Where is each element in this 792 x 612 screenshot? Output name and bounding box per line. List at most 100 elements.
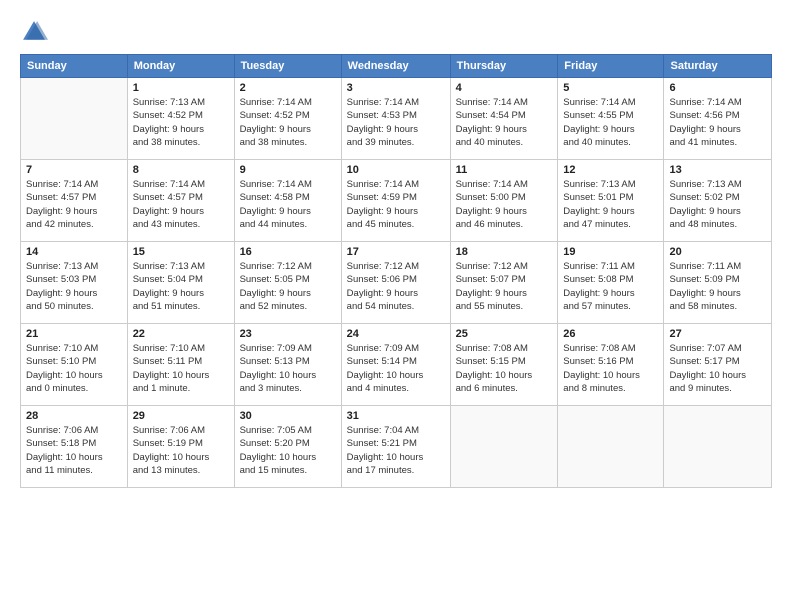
day-info: Sunrise: 7:08 AM Sunset: 5:16 PM Dayligh… bbox=[563, 342, 658, 395]
day-info: Sunrise: 7:13 AM Sunset: 5:03 PM Dayligh… bbox=[26, 260, 122, 313]
week-row: 21Sunrise: 7:10 AM Sunset: 5:10 PM Dayli… bbox=[21, 324, 772, 406]
day-info: Sunrise: 7:13 AM Sunset: 4:52 PM Dayligh… bbox=[133, 96, 229, 149]
header-day: Monday bbox=[127, 55, 234, 78]
day-info: Sunrise: 7:13 AM Sunset: 5:02 PM Dayligh… bbox=[669, 178, 766, 231]
day-info: Sunrise: 7:09 AM Sunset: 5:14 PM Dayligh… bbox=[347, 342, 445, 395]
day-info: Sunrise: 7:11 AM Sunset: 5:08 PM Dayligh… bbox=[563, 260, 658, 313]
day-info: Sunrise: 7:05 AM Sunset: 5:20 PM Dayligh… bbox=[240, 424, 336, 477]
day-number: 6 bbox=[669, 82, 766, 94]
day-info: Sunrise: 7:11 AM Sunset: 5:09 PM Dayligh… bbox=[669, 260, 766, 313]
page: SundayMondayTuesdayWednesdayThursdayFrid… bbox=[0, 0, 792, 612]
day-info: Sunrise: 7:14 AM Sunset: 4:57 PM Dayligh… bbox=[26, 178, 122, 231]
calendar-table: SundayMondayTuesdayWednesdayThursdayFrid… bbox=[20, 54, 772, 488]
day-info: Sunrise: 7:06 AM Sunset: 5:18 PM Dayligh… bbox=[26, 424, 122, 477]
day-info: Sunrise: 7:09 AM Sunset: 5:13 PM Dayligh… bbox=[240, 342, 336, 395]
day-number: 30 bbox=[240, 410, 336, 422]
header-row: SundayMondayTuesdayWednesdayThursdayFrid… bbox=[21, 55, 772, 78]
day-info: Sunrise: 7:10 AM Sunset: 5:11 PM Dayligh… bbox=[133, 342, 229, 395]
calendar-cell bbox=[450, 406, 558, 488]
calendar-cell bbox=[558, 406, 664, 488]
day-number: 2 bbox=[240, 82, 336, 94]
day-info: Sunrise: 7:14 AM Sunset: 4:53 PM Dayligh… bbox=[347, 96, 445, 149]
calendar-cell: 2 Sunrise: 7:14 AM Sunset: 4:52 PM Daylig… bbox=[234, 78, 341, 160]
calendar-cell: 16 Sunrise: 7:12 AM Sunset: 5:05 PM Dayli… bbox=[234, 242, 341, 324]
day-info: Sunrise: 7:14 AM Sunset: 4:57 PM Dayligh… bbox=[133, 178, 229, 231]
calendar-cell: 14Sunrise: 7:13 AM Sunset: 5:03 PM Dayli… bbox=[21, 242, 128, 324]
calendar-cell: 1 Sunrise: 7:13 AM Sunset: 4:52 PM Daylig… bbox=[127, 78, 234, 160]
calendar-cell: 5 Sunrise: 7:14 AM Sunset: 4:55 PM Daylig… bbox=[558, 78, 664, 160]
day-number: 9 bbox=[240, 164, 336, 176]
header-day: Thursday bbox=[450, 55, 558, 78]
day-info: Sunrise: 7:14 AM Sunset: 4:59 PM Dayligh… bbox=[347, 178, 445, 231]
day-info: Sunrise: 7:14 AM Sunset: 4:58 PM Dayligh… bbox=[240, 178, 336, 231]
week-row: 1 Sunrise: 7:13 AM Sunset: 4:52 PM Daylig… bbox=[21, 78, 772, 160]
day-info: Sunrise: 7:06 AM Sunset: 5:19 PM Dayligh… bbox=[133, 424, 229, 477]
day-number: 8 bbox=[133, 164, 229, 176]
day-number: 15 bbox=[133, 246, 229, 258]
day-number: 27 bbox=[669, 328, 766, 340]
day-info: Sunrise: 7:10 AM Sunset: 5:10 PM Dayligh… bbox=[26, 342, 122, 395]
day-number: 4 bbox=[456, 82, 553, 94]
day-info: Sunrise: 7:14 AM Sunset: 4:56 PM Dayligh… bbox=[669, 96, 766, 149]
header-day: Saturday bbox=[664, 55, 772, 78]
calendar-cell: 20Sunrise: 7:11 AM Sunset: 5:09 PM Dayli… bbox=[664, 242, 772, 324]
logo bbox=[20, 18, 54, 46]
day-info: Sunrise: 7:14 AM Sunset: 5:00 PM Dayligh… bbox=[456, 178, 553, 231]
day-number: 17 bbox=[347, 246, 445, 258]
calendar-cell: 3 Sunrise: 7:14 AM Sunset: 4:53 PM Daylig… bbox=[341, 78, 450, 160]
day-number: 28 bbox=[26, 410, 122, 422]
week-row: 28 Sunrise: 7:06 AM Sunset: 5:18 PM Dayli… bbox=[21, 406, 772, 488]
calendar-cell: 13Sunrise: 7:13 AM Sunset: 5:02 PM Dayli… bbox=[664, 160, 772, 242]
calendar-cell: 8 Sunrise: 7:14 AM Sunset: 4:57 PM Daylig… bbox=[127, 160, 234, 242]
day-info: Sunrise: 7:14 AM Sunset: 4:55 PM Dayligh… bbox=[563, 96, 658, 149]
calendar-cell: 19 Sunrise: 7:11 AM Sunset: 5:08 PM Dayli… bbox=[558, 242, 664, 324]
day-number: 23 bbox=[240, 328, 336, 340]
day-number: 29 bbox=[133, 410, 229, 422]
day-info: Sunrise: 7:14 AM Sunset: 4:52 PM Dayligh… bbox=[240, 96, 336, 149]
calendar-cell: 17 Sunrise: 7:12 AM Sunset: 5:06 PM Dayli… bbox=[341, 242, 450, 324]
calendar-cell: 21Sunrise: 7:10 AM Sunset: 5:10 PM Dayli… bbox=[21, 324, 128, 406]
day-number: 19 bbox=[563, 246, 658, 258]
header-day: Sunday bbox=[21, 55, 128, 78]
day-info: Sunrise: 7:13 AM Sunset: 5:04 PM Dayligh… bbox=[133, 260, 229, 313]
day-number: 26 bbox=[563, 328, 658, 340]
calendar-cell: 26 Sunrise: 7:08 AM Sunset: 5:16 PM Dayli… bbox=[558, 324, 664, 406]
calendar-cell bbox=[21, 78, 128, 160]
day-number: 25 bbox=[456, 328, 553, 340]
calendar-cell: 11Sunrise: 7:14 AM Sunset: 5:00 PM Dayli… bbox=[450, 160, 558, 242]
day-number: 16 bbox=[240, 246, 336, 258]
calendar-cell: 10 Sunrise: 7:14 AM Sunset: 4:59 PM Dayli… bbox=[341, 160, 450, 242]
calendar-cell: 18 Sunrise: 7:12 AM Sunset: 5:07 PM Dayli… bbox=[450, 242, 558, 324]
header-day: Friday bbox=[558, 55, 664, 78]
day-info: Sunrise: 7:12 AM Sunset: 5:07 PM Dayligh… bbox=[456, 260, 553, 313]
day-number: 3 bbox=[347, 82, 445, 94]
header-day: Wednesday bbox=[341, 55, 450, 78]
calendar-cell: 6 Sunrise: 7:14 AM Sunset: 4:56 PM Daylig… bbox=[664, 78, 772, 160]
day-info: Sunrise: 7:13 AM Sunset: 5:01 PM Dayligh… bbox=[563, 178, 658, 231]
day-number: 10 bbox=[347, 164, 445, 176]
calendar-cell: 22 Sunrise: 7:10 AM Sunset: 5:11 PM Dayli… bbox=[127, 324, 234, 406]
day-info: Sunrise: 7:12 AM Sunset: 5:05 PM Dayligh… bbox=[240, 260, 336, 313]
logo-icon bbox=[20, 18, 48, 46]
calendar-cell: 30 Sunrise: 7:05 AM Sunset: 5:20 PM Dayli… bbox=[234, 406, 341, 488]
calendar-cell: 12Sunrise: 7:13 AM Sunset: 5:01 PM Dayli… bbox=[558, 160, 664, 242]
day-info: Sunrise: 7:04 AM Sunset: 5:21 PM Dayligh… bbox=[347, 424, 445, 477]
day-number: 18 bbox=[456, 246, 553, 258]
calendar-cell: 25 Sunrise: 7:08 AM Sunset: 5:15 PM Dayli… bbox=[450, 324, 558, 406]
day-info: Sunrise: 7:14 AM Sunset: 4:54 PM Dayligh… bbox=[456, 96, 553, 149]
calendar-cell: 9 Sunrise: 7:14 AM Sunset: 4:58 PM Daylig… bbox=[234, 160, 341, 242]
header-day: Tuesday bbox=[234, 55, 341, 78]
day-info: Sunrise: 7:07 AM Sunset: 5:17 PM Dayligh… bbox=[669, 342, 766, 395]
day-info: Sunrise: 7:12 AM Sunset: 5:06 PM Dayligh… bbox=[347, 260, 445, 313]
calendar-cell: 31Sunrise: 7:04 AM Sunset: 5:21 PM Dayli… bbox=[341, 406, 450, 488]
calendar-cell: 27 Sunrise: 7:07 AM Sunset: 5:17 PM Dayli… bbox=[664, 324, 772, 406]
calendar-cell: 24Sunrise: 7:09 AM Sunset: 5:14 PM Dayli… bbox=[341, 324, 450, 406]
day-number: 1 bbox=[133, 82, 229, 94]
calendar-cell: 7Sunrise: 7:14 AM Sunset: 4:57 PM Daylig… bbox=[21, 160, 128, 242]
day-number: 5 bbox=[563, 82, 658, 94]
calendar-cell: 23 Sunrise: 7:09 AM Sunset: 5:13 PM Dayli… bbox=[234, 324, 341, 406]
calendar-cell: 29 Sunrise: 7:06 AM Sunset: 5:19 PM Dayli… bbox=[127, 406, 234, 488]
day-info: Sunrise: 7:08 AM Sunset: 5:15 PM Dayligh… bbox=[456, 342, 553, 395]
day-number: 22 bbox=[133, 328, 229, 340]
header bbox=[20, 18, 772, 46]
